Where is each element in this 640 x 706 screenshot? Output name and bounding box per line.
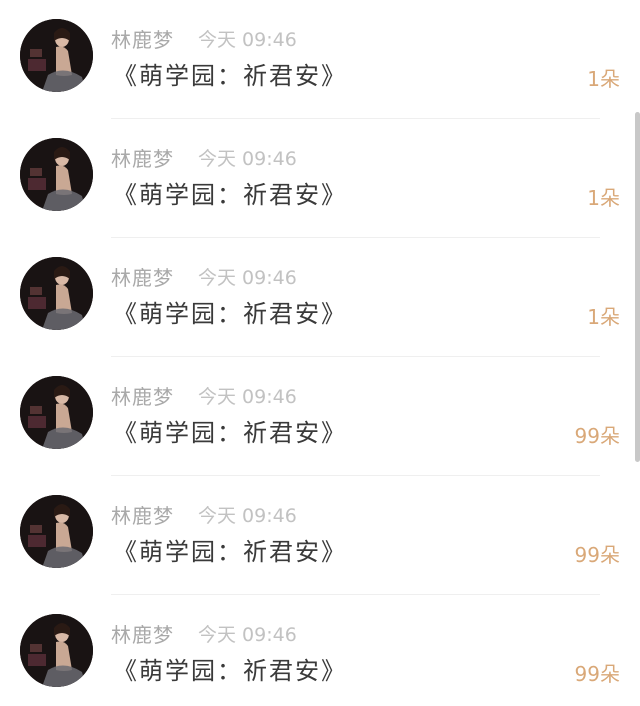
avatar[interactable]	[20, 376, 93, 449]
flower-count: 1朵	[587, 305, 620, 329]
user-photo-icon	[20, 257, 93, 330]
avatar[interactable]	[20, 614, 93, 687]
flower-count: 99朵	[574, 424, 620, 448]
work-title[interactable]: 《萌学园：祈君安》	[113, 532, 347, 567]
scrollbar[interactable]	[635, 112, 640, 462]
flower-count: 99朵	[574, 543, 620, 567]
flower-count: 99朵	[574, 662, 620, 686]
timestamp: 今天 09:46	[198, 148, 297, 170]
work-title[interactable]: 《萌学园：祈君安》	[113, 175, 347, 210]
work-title[interactable]: 《萌学园：祈君安》	[113, 294, 347, 329]
sender-name: 林鹿梦	[111, 266, 174, 290]
gift-record-list: 林鹿梦 今天 09:46 《萌学园：祈君安》 1朵 林鹿梦 今天 09:46 《…	[0, 0, 640, 706]
avatar[interactable]	[20, 495, 93, 568]
list-item[interactable]: 林鹿梦 今天 09:46 《萌学园：祈君安》 99朵	[0, 476, 640, 595]
user-photo-icon	[20, 376, 93, 449]
work-title[interactable]: 《萌学园：祈君安》	[113, 413, 347, 448]
timestamp: 今天 09:46	[198, 624, 297, 646]
user-photo-icon	[20, 495, 93, 568]
timestamp: 今天 09:46	[198, 267, 297, 289]
list-item[interactable]: 林鹿梦 今天 09:46 《萌学园：祈君安》 1朵	[0, 0, 640, 119]
timestamp: 今天 09:46	[198, 386, 297, 408]
user-photo-icon	[20, 614, 93, 687]
user-photo-icon	[20, 19, 93, 92]
list-item[interactable]: 林鹿梦 今天 09:46 《萌学园：祈君安》 99朵	[0, 595, 640, 706]
list-item[interactable]: 林鹿梦 今天 09:46 《萌学园：祈君安》 1朵	[0, 238, 640, 357]
timestamp: 今天 09:46	[198, 29, 297, 51]
list-item[interactable]: 林鹿梦 今天 09:46 《萌学园：祈君安》 1朵	[0, 119, 640, 238]
user-photo-icon	[20, 138, 93, 211]
sender-name: 林鹿梦	[111, 28, 174, 52]
flower-count: 1朵	[587, 186, 620, 210]
work-title[interactable]: 《萌学园：祈君安》	[113, 651, 347, 686]
work-title[interactable]: 《萌学园：祈君安》	[113, 56, 347, 91]
avatar[interactable]	[20, 138, 93, 211]
sender-name: 林鹿梦	[111, 385, 174, 409]
sender-name: 林鹿梦	[111, 147, 174, 171]
sender-name: 林鹿梦	[111, 623, 174, 647]
list-item[interactable]: 林鹿梦 今天 09:46 《萌学园：祈君安》 99朵	[0, 357, 640, 476]
avatar[interactable]	[20, 257, 93, 330]
flower-count: 1朵	[587, 67, 620, 91]
sender-name: 林鹿梦	[111, 504, 174, 528]
timestamp: 今天 09:46	[198, 505, 297, 527]
avatar[interactable]	[20, 19, 93, 92]
